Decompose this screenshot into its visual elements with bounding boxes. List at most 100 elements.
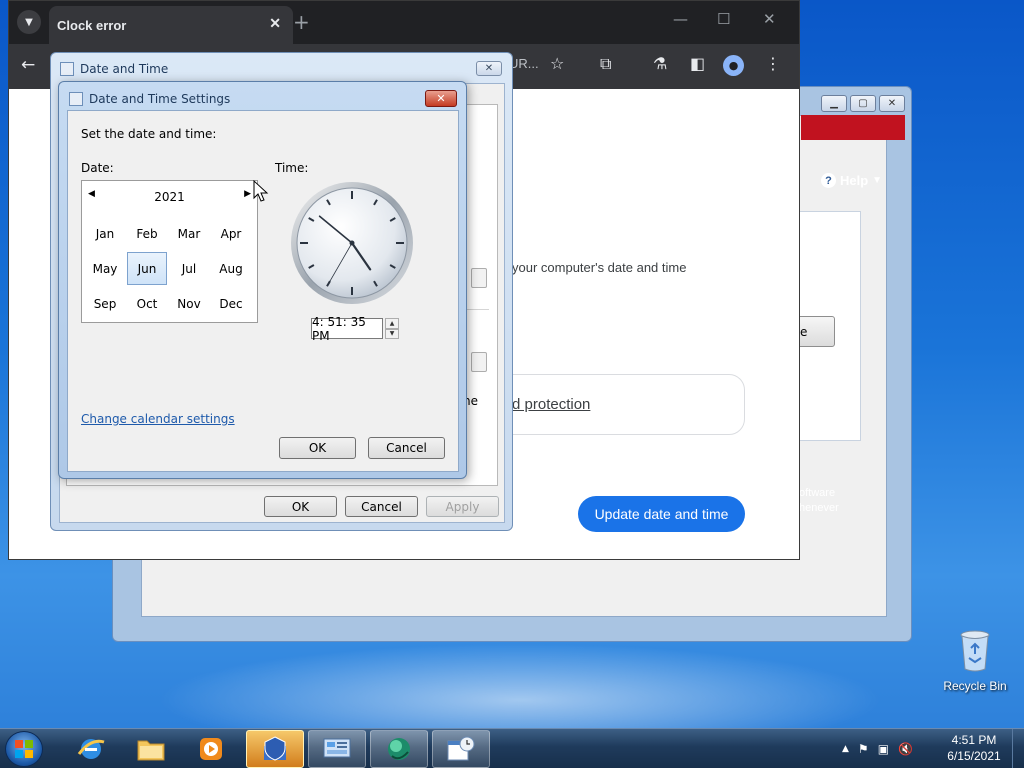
- close-button[interactable]: ✕: [425, 90, 457, 107]
- calendar[interactable]: ◀ 2021 ▶ Jan Feb Mar Apr May Jun Jul Aug Sep Oct N…: [81, 180, 258, 323]
- minimize-button[interactable]: ▁: [821, 95, 847, 112]
- close-button[interactable]: ✕: [879, 95, 905, 112]
- profile-avatar-icon[interactable]: ●: [723, 55, 744, 76]
- month-may[interactable]: May: [84, 251, 126, 286]
- apply-button[interactable]: Apply: [426, 496, 499, 517]
- app-sphere-icon: [388, 738, 410, 760]
- time-input[interactable]: 4: 51: 35 PM: [311, 315, 383, 343]
- change-button-stub[interactable]: [471, 268, 487, 288]
- instruction-text: Set the date and time:: [81, 127, 217, 141]
- tray-clock[interactable]: 4:51 PM 6/15/2021: [935, 732, 1013, 764]
- date-time-settings-dialog[interactable]: Date and Time Settings ✕ Set the date an…: [58, 81, 467, 479]
- control-panel-button[interactable]: [308, 730, 366, 768]
- tray-date: 6/15/2021: [947, 749, 1001, 763]
- calendar-clock-icon: [60, 62, 74, 76]
- settings-client-area: Set the date and time: Date: Time: ◀ 202…: [67, 110, 459, 472]
- maximize-icon[interactable]: ☐: [717, 10, 730, 28]
- system-tray: ▲ ⚑ ▣ 🔇: [842, 729, 913, 768]
- action-center-flag-icon[interactable]: ⚑: [858, 742, 869, 756]
- file-explorer-button[interactable]: [122, 730, 180, 768]
- month-apr[interactable]: Apr: [210, 216, 252, 251]
- time-spinner[interactable]: ▲ ▼: [385, 318, 399, 339]
- omnibox[interactable]: UR...: [509, 56, 539, 71]
- security-center-button[interactable]: [246, 730, 304, 768]
- month-jan[interactable]: Jan: [84, 216, 126, 251]
- back-arrow-icon[interactable]: ←: [21, 55, 35, 75]
- month-sep[interactable]: Sep: [84, 286, 126, 321]
- close-icon[interactable]: ✕: [269, 15, 281, 32]
- calendar-year[interactable]: 2021: [82, 190, 257, 204]
- network-icon[interactable]: ▣: [878, 742, 889, 756]
- dialog-title: Date and Time Settings: [89, 92, 231, 106]
- volume-muted-icon[interactable]: 🔇: [898, 742, 913, 756]
- date-label: Date:: [81, 161, 114, 175]
- security-action-button[interactable]: e: [797, 316, 835, 347]
- extensions-icon[interactable]: ⧉: [600, 54, 611, 74]
- tab-clock-error[interactable]: Clock error ✕: [49, 6, 293, 44]
- help-menu[interactable]: ? Help ▼: [821, 173, 882, 188]
- window-controls: ▁ ▢ ✕: [821, 95, 905, 112]
- media-player-button[interactable]: [182, 730, 240, 768]
- month-aug[interactable]: Aug: [210, 251, 252, 286]
- close-window-icon[interactable]: ✕: [763, 10, 776, 28]
- security-shield-icon: [264, 736, 286, 761]
- month-nov[interactable]: Nov: [168, 286, 210, 321]
- calendar-clock-icon: [69, 92, 83, 106]
- spin-up-icon[interactable]: ▲: [385, 318, 399, 329]
- change-calendar-settings-link[interactable]: Change calendar settings: [81, 412, 235, 426]
- date-time-taskbar-button[interactable]: [432, 730, 490, 768]
- change-timezone-button-stub[interactable]: [471, 352, 487, 372]
- cancel-button[interactable]: Cancel: [368, 437, 445, 459]
- calendar-clock-icon: [447, 736, 475, 761]
- tab-title: Clock error: [57, 17, 127, 33]
- footer-line-1: oftware: [799, 487, 836, 499]
- control-panel-icon: [323, 738, 351, 758]
- show-hidden-icons-icon[interactable]: ▲: [842, 744, 849, 754]
- analog-clock: [291, 182, 413, 304]
- divider: [467, 309, 489, 310]
- time-label: Time:: [275, 161, 309, 175]
- month-jun[interactable]: Jun: [127, 252, 167, 285]
- help-icon: ?: [821, 173, 836, 188]
- show-desktop-button[interactable]: [1012, 729, 1024, 768]
- month-grid: Jan Feb Mar Apr May Jun Jul Aug Sep Oct Nov Dec: [84, 216, 256, 321]
- protection-link[interactable]: d protection: [512, 396, 590, 413]
- taskbar: ▲ ⚑ ▣ 🔇 4:51 PM 6/15/2021: [0, 728, 1024, 768]
- next-year-icon[interactable]: ▶: [244, 189, 251, 199]
- maximize-button[interactable]: ▢: [850, 95, 876, 112]
- security-header-bar: [801, 115, 905, 140]
- recycle-bin[interactable]: Recycle Bin: [942, 630, 1008, 700]
- internet-explorer-icon: [77, 739, 105, 759]
- footer-line-2: henever: [799, 502, 839, 514]
- page-info-text: your computer's date and time: [512, 260, 687, 275]
- bookmark-star-icon[interactable]: ☆: [550, 54, 564, 73]
- month-oct[interactable]: Oct: [126, 286, 168, 321]
- mouse-cursor-icon: [253, 180, 269, 202]
- caret-down-icon: ▼: [872, 175, 883, 186]
- internet-explorer-button[interactable]: [62, 730, 120, 768]
- month-dec[interactable]: Dec: [210, 286, 252, 321]
- month-jul[interactable]: Jul: [168, 251, 210, 286]
- minimize-icon[interactable]: —: [673, 10, 688, 28]
- recycle-bin-icon: [960, 630, 990, 672]
- tray-time: 4:51 PM: [951, 733, 997, 747]
- ok-button[interactable]: OK: [264, 496, 337, 517]
- labs-flask-icon[interactable]: ⚗: [653, 54, 667, 73]
- dialog-title: Date and Time: [80, 62, 169, 76]
- folder-icon: [137, 740, 165, 761]
- ok-button[interactable]: OK: [279, 437, 356, 459]
- new-tab-icon[interactable]: +: [293, 10, 310, 34]
- spin-down-icon[interactable]: ▼: [385, 328, 399, 339]
- tab-strip: ▼ Clock error ✕ + — ☐ ✕: [9, 1, 799, 44]
- windows-logo-icon: [15, 740, 33, 758]
- tab-search-icon[interactable]: ▼: [17, 10, 41, 34]
- side-panel-icon[interactable]: ◧: [690, 54, 705, 73]
- close-button[interactable]: ✕: [476, 61, 502, 76]
- app-button[interactable]: [370, 730, 428, 768]
- month-feb[interactable]: Feb: [126, 216, 168, 251]
- update-date-time-button[interactable]: Update date and time: [578, 496, 745, 532]
- cancel-button[interactable]: Cancel: [345, 496, 418, 517]
- more-menu-icon[interactable]: ⋮: [765, 54, 781, 73]
- month-mar[interactable]: Mar: [168, 216, 210, 251]
- start-button[interactable]: [5, 731, 43, 767]
